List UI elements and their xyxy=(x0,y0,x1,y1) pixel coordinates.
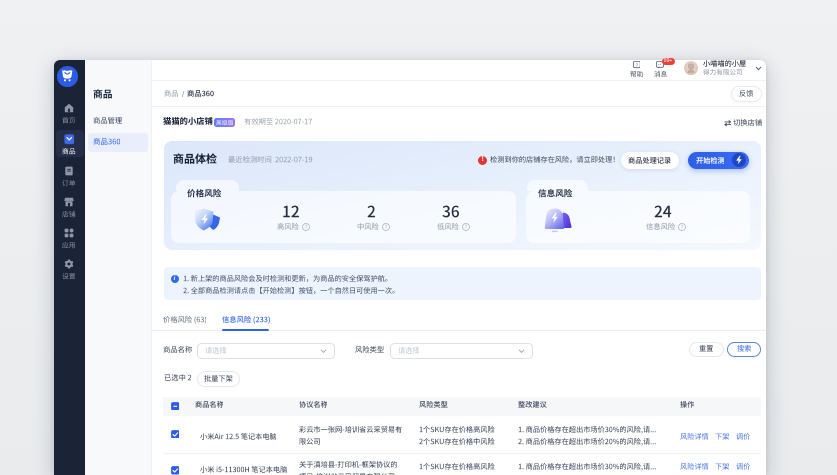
svg-text:?: ? xyxy=(635,63,638,68)
